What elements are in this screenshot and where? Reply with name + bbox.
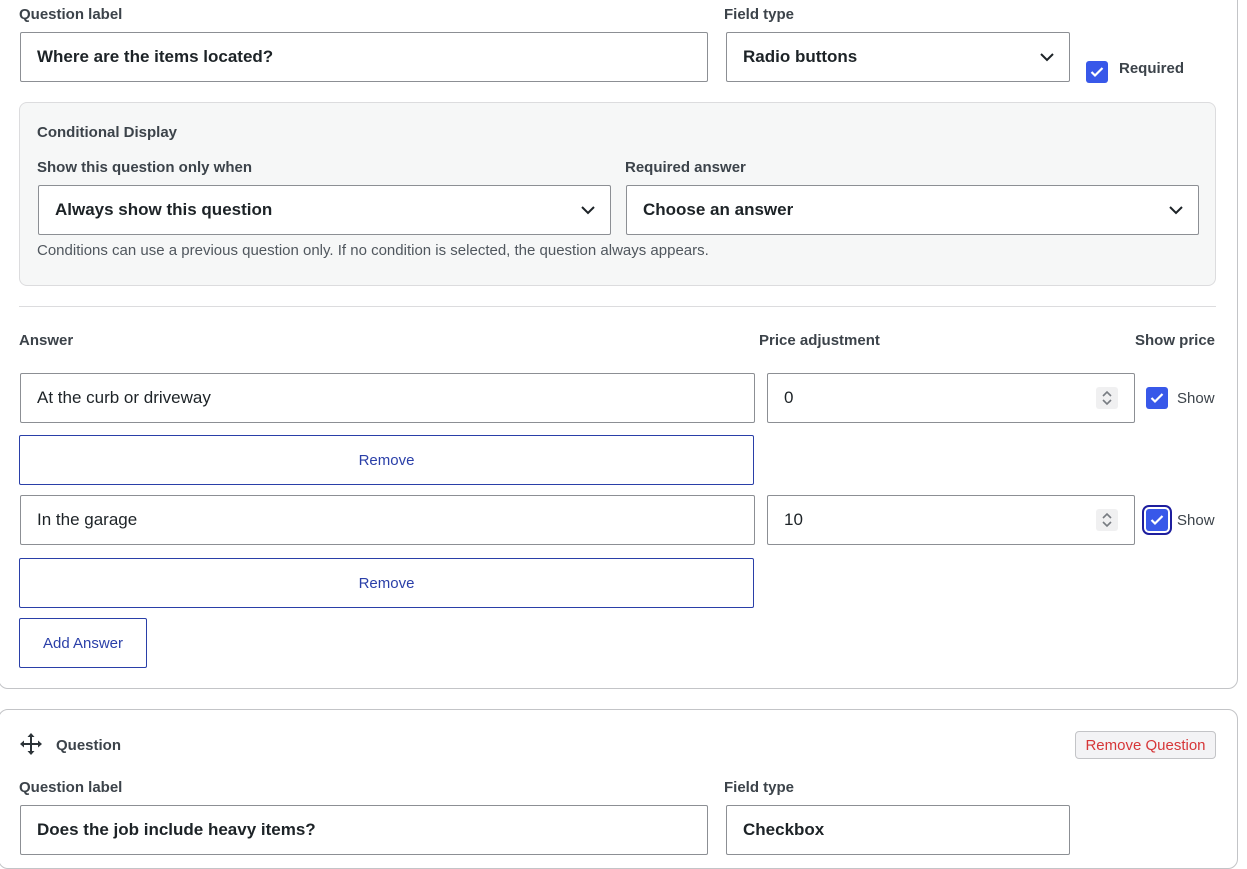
conditional-hint: Conditions can use a previous question o… bbox=[37, 242, 709, 259]
required-answer-label: Required answer bbox=[625, 159, 746, 176]
show-when-select[interactable]: Always show this question bbox=[38, 185, 611, 235]
show-when-label: Show this question only when bbox=[37, 159, 253, 176]
field-type-value: Checkbox bbox=[743, 820, 825, 839]
field-type-value: Radio buttons bbox=[743, 47, 858, 66]
add-answer-button[interactable]: Add Answer bbox=[19, 618, 147, 668]
required-checkbox[interactable] bbox=[1086, 61, 1108, 83]
remove-answer-button[interactable]: Remove bbox=[19, 435, 754, 485]
divider bbox=[19, 306, 1216, 307]
answer-input[interactable]: At the curb or driveway bbox=[20, 373, 755, 423]
chevron-down-icon bbox=[1040, 53, 1054, 62]
show-price-column-header: Show price bbox=[1135, 332, 1216, 349]
question-label-title: Question label bbox=[19, 779, 123, 796]
checkmark-icon bbox=[1090, 67, 1104, 78]
question-heading: Question bbox=[56, 737, 122, 754]
remove-question-button[interactable]: Remove Question bbox=[1075, 731, 1216, 759]
required-answer-select[interactable]: Choose an answer bbox=[626, 185, 1199, 235]
remove-answer-button[interactable]: Remove bbox=[19, 558, 754, 608]
question-label-input[interactable]: Where are the items located? bbox=[20, 32, 708, 82]
answer-input[interactable]: In the garage bbox=[20, 495, 755, 545]
show-when-value: Always show this question bbox=[55, 200, 273, 219]
question-label-input[interactable]: Does the job include heavy items? bbox=[20, 805, 708, 855]
number-spinner-icon[interactable] bbox=[1096, 387, 1118, 409]
required-answer-value: Choose an answer bbox=[643, 200, 794, 219]
field-type-select[interactable]: Checkbox bbox=[726, 805, 1070, 855]
price-value: 0 bbox=[784, 388, 794, 407]
show-price-label: Show bbox=[1177, 512, 1215, 529]
field-type-select[interactable]: Radio buttons bbox=[726, 32, 1070, 82]
price-input[interactable]: 0 bbox=[767, 373, 1135, 423]
price-value: 10 bbox=[784, 510, 803, 529]
chevron-down-icon bbox=[581, 206, 595, 215]
conditional-title: Conditional Display bbox=[37, 124, 178, 141]
show-price-checkbox[interactable] bbox=[1142, 505, 1172, 535]
price-input[interactable]: 10 bbox=[767, 495, 1135, 545]
show-price-label: Show bbox=[1177, 390, 1215, 407]
show-price-checkbox[interactable] bbox=[1146, 387, 1168, 409]
answer-column-header: Answer bbox=[19, 332, 74, 349]
required-label: Required bbox=[1119, 60, 1185, 77]
field-type-title: Field type bbox=[724, 779, 795, 796]
checkmark-icon bbox=[1150, 393, 1164, 404]
price-column-header: Price adjustment bbox=[759, 332, 880, 349]
question-label-title: Question label bbox=[19, 6, 123, 23]
drag-move-icon[interactable] bbox=[19, 732, 43, 756]
checkmark-icon bbox=[1150, 515, 1164, 526]
field-type-title: Field type bbox=[724, 6, 795, 23]
number-spinner-icon[interactable] bbox=[1096, 509, 1118, 531]
chevron-down-icon bbox=[1169, 206, 1183, 215]
